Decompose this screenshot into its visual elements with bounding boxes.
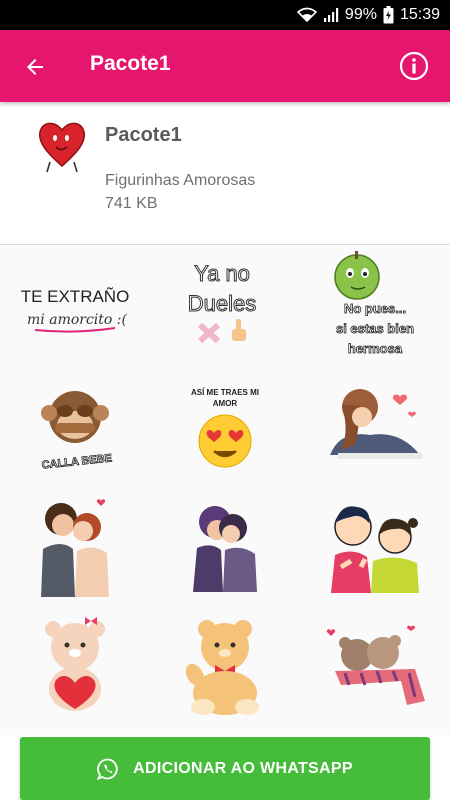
heart-eyes-emoji-sticker[interactable]: ASÍ ME TRAES MI AMOR <box>150 365 300 485</box>
sticker-grid: TE EXTRAÑO mi amorcito :( Ya no Dueles N… <box>0 245 450 735</box>
ya-no-dueles-sticker[interactable]: Ya no Dueles <box>150 245 300 365</box>
te-extrano-sticker[interactable]: TE EXTRAÑO mi amorcito :( <box>0 245 150 365</box>
status-bar: 99% 15:39 <box>0 0 450 30</box>
kissing-couple-sticker[interactable] <box>0 485 150 605</box>
hugging-couple-sticker[interactable] <box>300 365 450 485</box>
cartoon-couple-sticker[interactable] <box>300 485 450 605</box>
back-button[interactable] <box>18 50 52 84</box>
sticker-text: AMOR <box>213 399 238 408</box>
app-bar: Pacote1 <box>0 30 450 102</box>
wifi-icon <box>296 7 317 23</box>
sticker-text: CALLA BEBE <box>41 452 112 471</box>
pack-header: Pacote1 Figurinhas Amorosas 741 KB <box>0 102 450 244</box>
sticker-text: Dueles <box>188 291 256 316</box>
info-button[interactable] <box>398 50 430 82</box>
kissing-couple-2-sticker[interactable] <box>150 485 300 605</box>
teddy-bears-scarf-sticker[interactable] <box>300 605 450 725</box>
info-icon <box>399 51 429 81</box>
sticker-text: TE EXTRAÑO <box>21 287 130 306</box>
heart-icon <box>38 122 86 173</box>
apple-sticker[interactable]: No pues... si estas bien hermosa <box>300 245 450 365</box>
pack-name: Pacote1 <box>105 124 182 146</box>
app-bar-title: Pacote1 <box>90 52 171 75</box>
battery-percent: 99% <box>344 6 377 23</box>
signal-icon <box>323 8 339 22</box>
sticker-text: Ya no <box>194 261 250 286</box>
whatsapp-icon <box>97 758 118 780</box>
add-to-whatsapp-button[interactable]: ADICIONAR AO WHATSAPP <box>20 737 430 800</box>
add-to-whatsapp-label: ADICIONAR AO WHATSAPP <box>133 759 353 777</box>
teddy-bear-bowtie-sticker[interactable] <box>150 605 300 725</box>
monkey-sticker[interactable]: CALLA BEBE <box>0 365 150 485</box>
sticker-text: hermosa <box>348 341 403 356</box>
clock: 15:39 <box>399 6 440 23</box>
pack-description: Figurinhas Amorosas <box>105 172 256 189</box>
sticker-text: mi amorcito :( <box>27 312 127 328</box>
battery-icon <box>383 6 394 24</box>
pack-size: 741 KB <box>105 195 158 212</box>
sticker-text: si estas bien <box>336 321 414 336</box>
teddy-bear-heart-sticker[interactable] <box>0 605 150 725</box>
sticker-text: ASÍ ME TRAES MI <box>191 388 259 397</box>
sticker-text: No pues... <box>344 301 406 316</box>
arrow-left-icon <box>27 59 43 75</box>
